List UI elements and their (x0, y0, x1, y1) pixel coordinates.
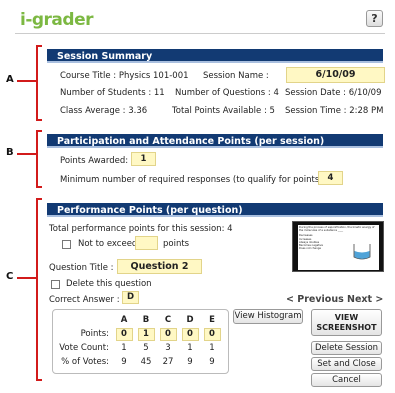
performance-header: Performance Points (per question) (47, 203, 383, 217)
session-name-label: Session Name : (203, 71, 269, 81)
session-summary-header: Session Summary (47, 49, 383, 63)
table-row: Vote Count: 1 5 3 1 1 (55, 341, 223, 355)
section-c-arrow (17, 277, 36, 279)
table-cell: 9 (187, 357, 193, 367)
not-to-exceed-field[interactable] (135, 236, 158, 250)
section-b-bracket (36, 130, 42, 188)
column-header: E (209, 315, 215, 325)
next-link[interactable]: Next > (347, 294, 383, 305)
table-cell: 1 (187, 343, 193, 353)
min-responses-field[interactable]: 4 (318, 171, 343, 185)
points-field-b[interactable]: 1 (137, 327, 155, 341)
correct-answer-field[interactable]: D (122, 291, 139, 304)
section-marker-c: C (6, 271, 14, 282)
table-header-row: A B C D E (55, 313, 223, 327)
beaker-icon (353, 244, 371, 260)
correct-answer-label: Correct Answer : (49, 295, 120, 305)
class-average: Class Average : 3.36 (60, 106, 148, 116)
session-name-field[interactable]: 6/10/09 (286, 67, 385, 83)
table-cell: 45 (140, 357, 152, 367)
table-row: % of Votes: 9 45 27 9 9 (55, 355, 223, 369)
points-awarded-field[interactable]: 1 (131, 152, 156, 166)
points-suffix: points (163, 239, 190, 249)
points-row-label: Points: (80, 329, 109, 339)
thumbnail-slide: During the process of saponification, th… (298, 225, 379, 270)
total-performance-points: Total performance points for this sessio… (49, 224, 233, 234)
session-time: Session Time : 2:28 PM (285, 106, 384, 116)
number-of-students: Number of Students : 11 (60, 88, 165, 98)
cancel-button[interactable]: Cancel (311, 373, 382, 387)
course-title: Course Title : Physics 101-001 (60, 71, 189, 81)
vote-table-panel: A B C D E Points: 0 1 0 0 0 Vote Count: … (52, 309, 229, 374)
number-of-questions: Number of Questions : 4 (175, 88, 279, 98)
table-cell: 9 (121, 357, 127, 367)
previous-link[interactable]: < Previous (286, 294, 344, 305)
column-header: C (164, 315, 172, 325)
section-c-bracket (36, 198, 42, 381)
not-to-exceed-checkbox[interactable] (62, 240, 71, 249)
section-b-arrow (17, 153, 36, 155)
not-to-exceed-label: Not to exceed (78, 239, 138, 249)
header-divider (15, 33, 385, 34)
help-button[interactable]: ? (366, 10, 383, 27)
view-histogram-button[interactable]: View Histogram (233, 309, 303, 324)
participation-header: Participation and Attendance Points (per… (47, 134, 383, 148)
table-cell: 27 (162, 357, 174, 367)
question-title-field[interactable]: Question 2 (117, 259, 202, 274)
section-marker-b: B (6, 147, 14, 158)
section-marker-a: A (6, 74, 14, 85)
question-title-label: Question Title : (49, 263, 114, 273)
pct-votes-label: % of Votes: (61, 357, 109, 367)
delete-session-button[interactable]: Delete Session (311, 341, 382, 355)
total-performance-value: 4 (227, 224, 233, 234)
set-and-close-button[interactable]: Set and Close (311, 357, 382, 371)
column-header: A (120, 315, 128, 325)
section-a-arrow (17, 80, 36, 82)
app-logo: i-grader (20, 10, 94, 30)
table-cell: 9 (209, 357, 215, 367)
total-points-available: Total Points Available : 5 (172, 106, 275, 116)
column-header: D (186, 315, 194, 325)
table-cell: 1 (209, 343, 215, 353)
vote-count-label: Vote Count: (59, 343, 109, 353)
delete-question-label: Delete this question (66, 279, 152, 289)
view-screenshot-button[interactable]: VIEW SCREENSHOT (311, 309, 382, 336)
session-date: Session Date : 6/10/09 (285, 88, 382, 98)
points-awarded-label: Points Awarded: (60, 156, 129, 166)
table-cell: 5 (143, 343, 149, 353)
column-header: B (142, 315, 150, 325)
points-field-a[interactable]: 0 (115, 327, 133, 341)
points-field-c[interactable]: 0 (159, 327, 177, 341)
thumbnail-question-text: During the process of saponification, th… (299, 226, 375, 233)
min-responses-label: Minimum number of required responses (to… (60, 175, 329, 185)
points-field-e[interactable]: 0 (203, 327, 221, 341)
question-screenshot-thumbnail[interactable]: During the process of saponification, th… (292, 221, 384, 272)
section-a-bracket (36, 45, 42, 121)
points-field-d[interactable]: 0 (181, 327, 199, 341)
total-performance-label: Total performance points for this sessio… (49, 224, 225, 234)
table-row: Points: 0 1 0 0 0 (55, 327, 223, 341)
vote-table: A B C D E Points: 0 1 0 0 0 Vote Count: … (55, 313, 223, 369)
thumbnail-option: Does not change (299, 247, 321, 251)
table-cell: 1 (121, 343, 127, 353)
delete-question-checkbox[interactable] (51, 280, 60, 289)
table-cell: 3 (165, 343, 171, 353)
thumbnail-options: Decreases Increases Always doubles Becom… (299, 234, 351, 250)
